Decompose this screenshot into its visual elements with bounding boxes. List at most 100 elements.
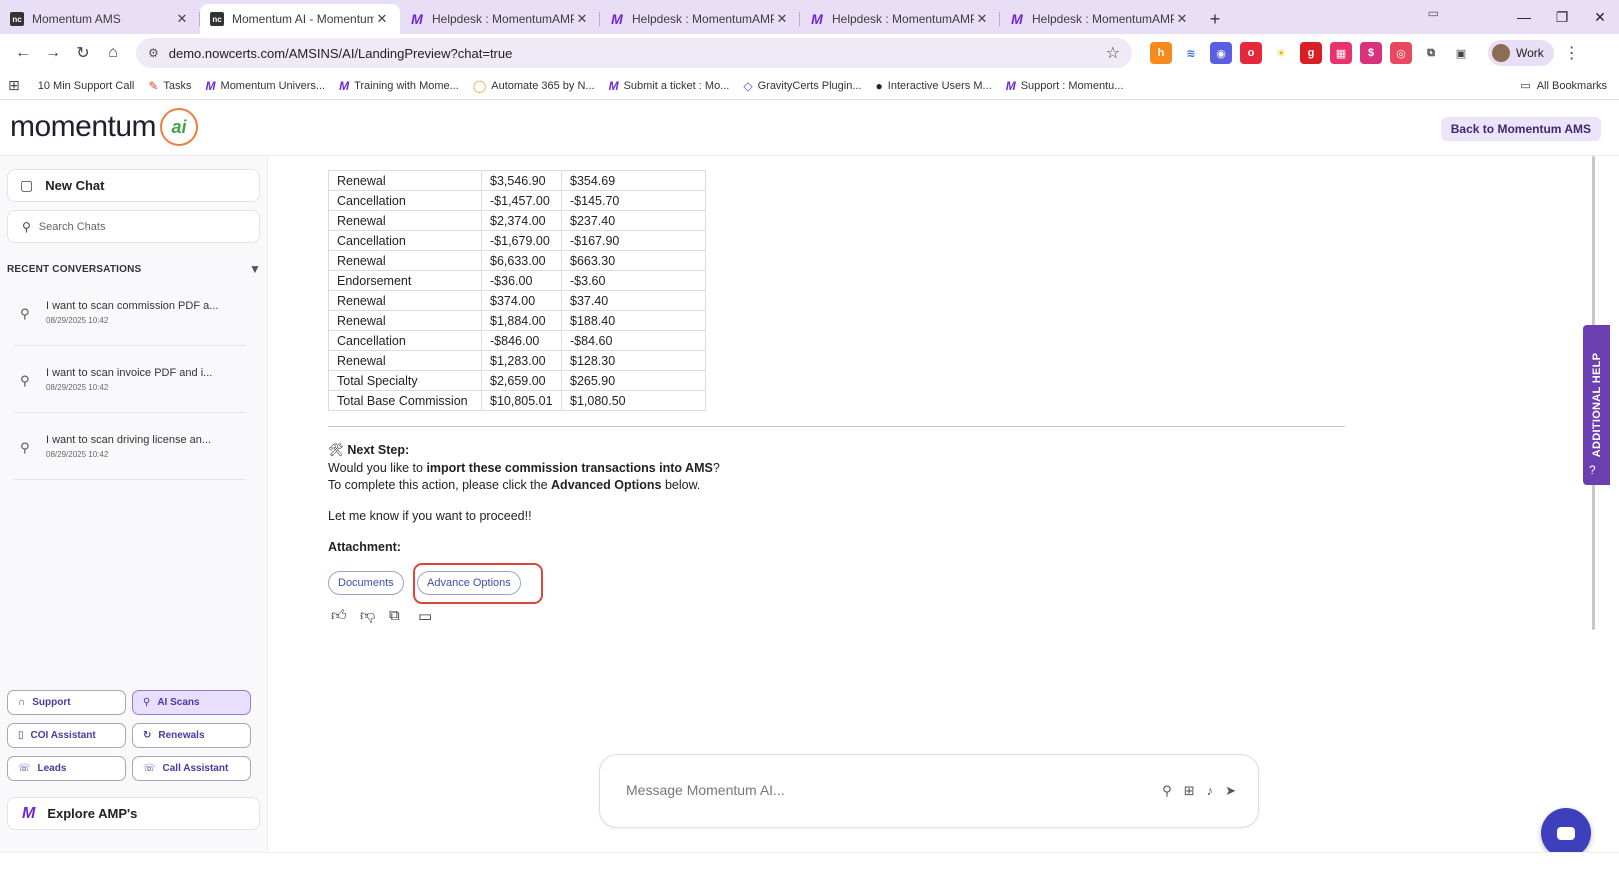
close-icon[interactable]: ✕ (174, 11, 190, 27)
extension-icon[interactable]: g (1300, 42, 1322, 64)
bookmark-item[interactable]: ◇ GravityCerts Plugin... (743, 79, 861, 93)
extension-icon[interactable]: ▦ (1330, 42, 1352, 64)
more-menu-icon[interactable]: ⋮ (1564, 43, 1580, 63)
recent-conversations-heading: RECENT CONVERSATIONS (7, 264, 142, 275)
extension-icon[interactable]: $ (1360, 42, 1382, 64)
conversation-item[interactable]: ⚲ I want to scan commission PDF a... 08/… (14, 286, 246, 346)
sidebar: ▢ New Chat ⚲ Search Chats RECENT CONVERS… (0, 156, 268, 852)
minimize-icon[interactable]: — (1505, 0, 1543, 34)
chat-widget-button[interactable] (1541, 808, 1591, 858)
extension-icon[interactable]: ◉ (1210, 42, 1232, 64)
call-assistant-button[interactable]: ☏ Call Assistant (132, 756, 251, 781)
explore-amps-button[interactable]: M Explore AMP's (7, 797, 260, 830)
new-chat-button[interactable]: ▢ New Chat (7, 169, 260, 202)
close-icon[interactable]: ✕ (1174, 11, 1190, 27)
message-input[interactable]: Message Momentum AI... (626, 782, 785, 798)
renewals-button[interactable]: ↻ Renewals (132, 723, 251, 748)
sidepanel-icon[interactable]: ▣ (1450, 42, 1472, 64)
coi-assistant-button[interactable]: ▯ COI Assistant (7, 723, 126, 748)
close-icon[interactable]: ✕ (774, 11, 790, 27)
apps-grid-icon[interactable]: ⊞ (8, 77, 20, 94)
site-info-icon[interactable]: ⚙ (148, 46, 159, 60)
nc-favicon-icon: nc (10, 12, 24, 26)
all-bookmarks[interactable]: ▭ All Bookmarks (1520, 79, 1607, 93)
extension-icon[interactable]: ☀ (1270, 42, 1292, 64)
bookmark-item[interactable]: M Momentum Univers... (206, 79, 326, 93)
chat-main: Renewal $3,546.90 $354.69 Cancellation -$1,4… (269, 156, 1599, 852)
documents-button[interactable]: Documents (328, 571, 404, 595)
browser-tab[interactable]: M Helpdesk : MomentumAMP ✕ (600, 4, 800, 34)
message-composer[interactable]: Message Momentum AI... ⚲ ⊞ ♪ ➤ (599, 754, 1259, 828)
table-cell: Total Specialty (328, 370, 482, 391)
ai-scans-button[interactable]: ⚲ AI Scans (132, 690, 251, 715)
tab-title: Helpdesk : MomentumAMP (632, 12, 774, 26)
momentum-icon: M (205, 78, 216, 93)
close-icon[interactable]: ✕ (374, 11, 390, 27)
copy-icon[interactable]: ⧉ (389, 607, 418, 625)
table-row: Renewal $1,283.00 $128.30 (328, 350, 706, 371)
table-cell: -$3.60 (561, 270, 706, 291)
bookmark-item[interactable]: ◯ Automate 365 by N... (473, 79, 595, 93)
extension-icon[interactable]: h (1150, 42, 1172, 64)
browser-tab[interactable]: M Helpdesk : MomentumAMP ✕ (1000, 4, 1200, 34)
reload-icon[interactable]: ↻ (68, 38, 98, 68)
table-cell: Renewal (328, 250, 482, 271)
support-button[interactable]: ∩ Support (7, 690, 126, 715)
browser-tab-bar: nc Momentum AMS ✕ nc Momentum AI - Momen… (0, 0, 1619, 34)
conversation-item[interactable]: ⚲ I want to scan invoice PDF and i... 08… (14, 353, 246, 413)
app-header: momentum ai Back to Momentum AMS (0, 100, 1619, 156)
back-arrow-icon[interactable]: ← (8, 38, 38, 68)
browser-tab[interactable]: M Helpdesk : MomentumAMP ✕ (400, 4, 600, 34)
extension-icon[interactable]: ≋ (1180, 42, 1202, 64)
filter-icon[interactable]: ▼ (249, 262, 261, 276)
table-cell: $663.30 (561, 250, 706, 271)
bookmark-item[interactable]: 10 Min Support Call (38, 80, 135, 92)
momentum-icon: M (22, 804, 36, 822)
bookmark-item[interactable]: M Submit a ticket : Mo... (609, 79, 730, 93)
bookmark-item[interactable]: M Training with Mome... (339, 79, 459, 93)
comment-icon[interactable]: ▭ (418, 607, 447, 625)
puzzle-icon[interactable]: ⧉ (1420, 42, 1442, 64)
back-to-ams-button[interactable]: Back to Momentum AMS (1440, 117, 1601, 141)
new-tab-button[interactable]: + (1200, 4, 1230, 34)
chat-bubble-icon (1557, 826, 1575, 840)
table-cell: -$1,679.00 (481, 230, 562, 251)
leads-button[interactable]: ☏ Leads (7, 756, 126, 781)
forward-arrow-icon[interactable]: → (38, 38, 68, 68)
bookmarks-bar: ⊞ 10 Min Support Call ✎ Tasks M Momentum U… (0, 72, 1619, 100)
thumbs-down-icon[interactable]: 👎︎ (360, 607, 389, 625)
close-window-icon[interactable]: ✕ (1581, 0, 1619, 34)
profile-button[interactable]: Work (1488, 40, 1554, 66)
paperclip-icon[interactable]: ⚲ (1162, 783, 1172, 799)
search-chats-input[interactable]: ⚲ Search Chats (7, 210, 260, 243)
table-row: Total Base Commission $10,805.01 $1,080.50 (328, 390, 706, 411)
table-cell: Renewal (328, 310, 482, 331)
table-cell: $3,546.90 (481, 170, 562, 191)
additional-help-tab[interactable]: ADDITIONAL HELP ? (1583, 325, 1610, 485)
extension-icon[interactable]: o (1240, 42, 1262, 64)
table-cell: $1,283.00 (481, 350, 562, 371)
restore-icon[interactable]: ❐ (1543, 0, 1581, 34)
address-bar[interactable]: ⚙ demo.nowcerts.com/AMSINS/AI/LandingPre… (136, 38, 1132, 68)
browser-tab[interactable]: nc Momentum AMS ✕ (0, 4, 200, 34)
tab-search-icon[interactable]: ▭ (1428, 6, 1439, 20)
table-cell: Total Base Commission (328, 390, 482, 411)
send-icon[interactable]: ➤ (1225, 783, 1236, 799)
message-actions: 👍︎ 👎︎ ⧉ ▭ (331, 607, 447, 625)
conversation-item[interactable]: ⚲ I want to scan driving license an... 0… (14, 420, 246, 480)
microphone-icon[interactable]: ♪ (1207, 783, 1214, 799)
grid-icon[interactable]: ⊞ (1184, 783, 1195, 799)
bookmark-item[interactable]: ● Interactive Users M... (876, 79, 992, 93)
browser-tab-active[interactable]: nc Momentum AI - Momentum AMS ✕ (200, 4, 400, 34)
close-icon[interactable]: ✕ (574, 11, 590, 27)
bookmark-item[interactable]: ✎ Tasks (148, 79, 191, 93)
bookmark-star-icon[interactable]: ☆ (1106, 43, 1120, 63)
home-icon[interactable]: ⌂ (98, 38, 128, 68)
bookmark-item[interactable]: M Support : Momentu... (1006, 79, 1124, 93)
table-cell: $1,080.50 (561, 390, 706, 411)
browser-tab[interactable]: M Helpdesk : MomentumAMP ✕ (800, 4, 1000, 34)
close-icon[interactable]: ✕ (974, 11, 990, 27)
thumbs-up-icon[interactable]: 👍︎ (331, 607, 360, 625)
gravitycerts-icon: ◇ (743, 78, 753, 93)
extension-icon[interactable]: ◎ (1390, 42, 1412, 64)
